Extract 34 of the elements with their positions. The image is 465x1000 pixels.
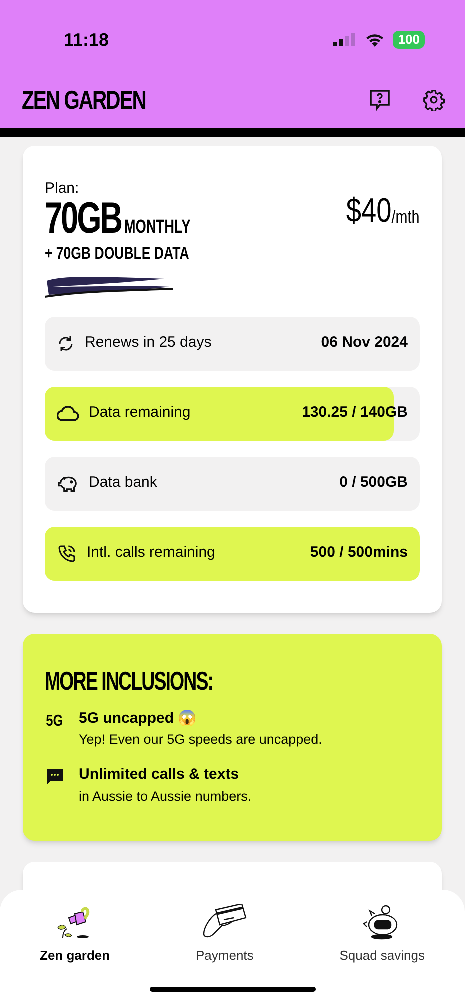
row-value: 0 / 500GB	[340, 473, 408, 494]
row-label: Intl. calls remaining	[87, 543, 216, 564]
status-time: 11:18	[64, 28, 110, 52]
app-title: ZEN GARDEN	[22, 84, 146, 116]
plan-label: Plan:	[45, 179, 80, 199]
hand-card-icon	[202, 904, 248, 940]
inclusion-title: Unlimited calls & texts	[79, 765, 240, 786]
chat-icon	[46, 768, 64, 786]
network-label: 5G	[46, 712, 64, 732]
inclusion-title: 5G uncapped 😱	[79, 708, 198, 728]
row-value: 500 / 500mins	[310, 543, 408, 564]
nav-tab[interactable]: Squad savings	[340, 904, 425, 1000]
row-label: Data remaining	[89, 403, 192, 424]
battery-indicator: 100	[393, 31, 425, 49]
settings-icon[interactable]	[423, 89, 445, 111]
refresh-icon	[57, 334, 75, 352]
help-icon[interactable]	[369, 89, 391, 111]
inclusions-title: MORE INCLUSIONS:	[45, 666, 214, 696]
plan-bonus: + 70GB DOUBLE DATA	[45, 242, 190, 264]
wifi-icon	[365, 32, 386, 48]
phone-icon	[57, 544, 77, 564]
inclusion-subtitle: in Aussie to Aussie numbers.	[79, 788, 252, 806]
price-unit: /mth	[392, 206, 420, 229]
plan-size: 70GB	[45, 198, 122, 238]
piggy-bank-icon	[57, 474, 79, 492]
row-label: Data bank	[89, 473, 158, 494]
signal-icon	[333, 33, 358, 47]
inclusion-subtitle: Yep! Even our 5G speeds are uncapped.	[79, 731, 322, 749]
nav-tab[interactable]: Zen garden	[40, 904, 110, 1000]
row-value: 06 Nov 2024	[321, 333, 408, 354]
plan-price: $40	[346, 192, 392, 230]
row-label: Renews in 25 days	[85, 333, 213, 354]
plan-period: MONTHLY	[124, 216, 191, 238]
cloud-icon	[57, 404, 79, 422]
